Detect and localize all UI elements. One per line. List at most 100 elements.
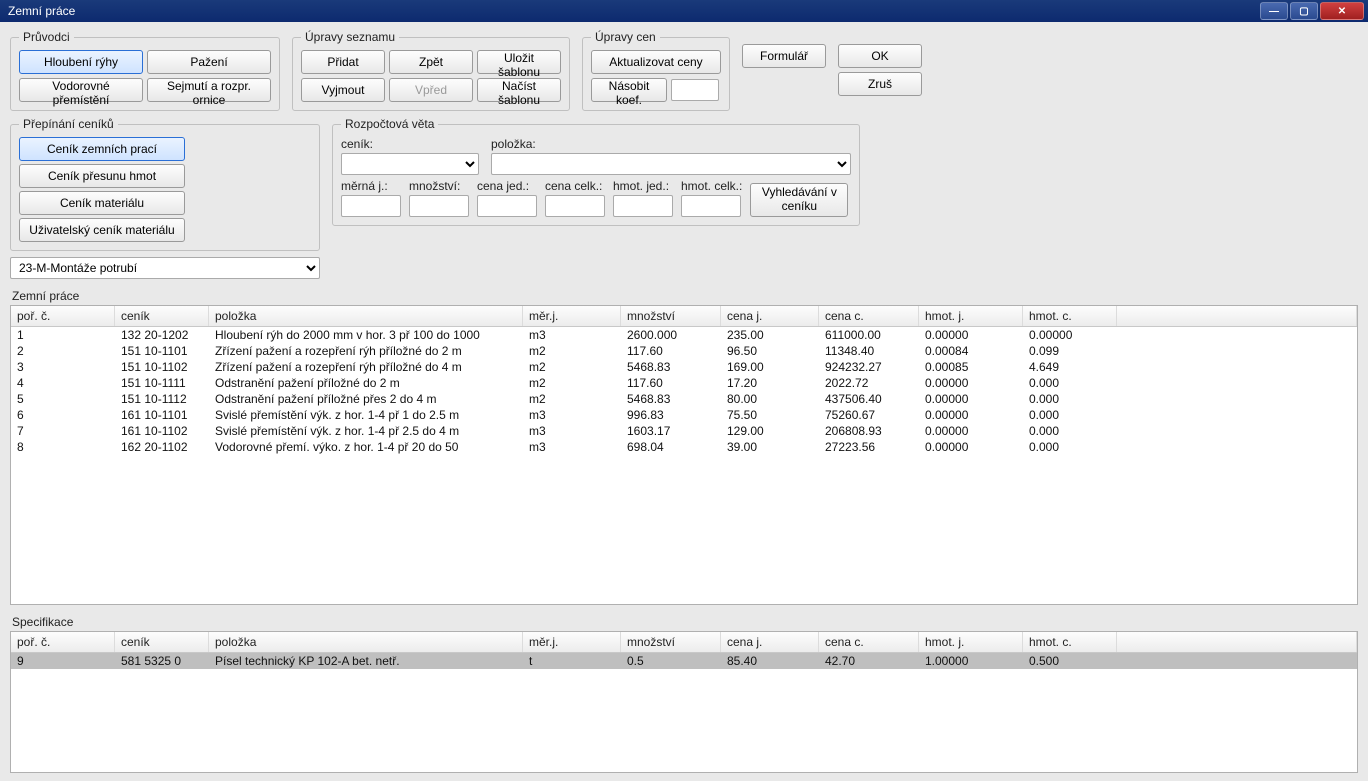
col-header-cenik[interactable]: ceník bbox=[115, 632, 209, 652]
col-header-cc[interactable]: cena c. bbox=[819, 632, 919, 652]
table-row[interactable]: 4151 10-1111Odstranění pažení příložné d… bbox=[11, 375, 1357, 391]
nasobit-koef-button[interactable]: Násobit koef. bbox=[591, 78, 667, 102]
col-header-hc[interactable]: hmot. c. bbox=[1023, 306, 1117, 326]
cell-cc: 437506.40 bbox=[819, 391, 919, 407]
col-header-hc[interactable]: hmot. c. bbox=[1023, 632, 1117, 652]
col-header-polozka[interactable]: položka bbox=[209, 632, 523, 652]
table-row[interactable]: 7161 10-1102Svislé přemístění výk. z hor… bbox=[11, 423, 1357, 439]
cell-cj: 235.00 bbox=[721, 327, 819, 343]
spec-table-header: poř. č. ceník položka měr.j. množství ce… bbox=[11, 632, 1357, 653]
aktualizovat-ceny-button[interactable]: Aktualizovat ceny bbox=[591, 50, 721, 74]
label-mnozstvi: množství: bbox=[409, 179, 469, 193]
hloubeni-ryhy-button[interactable]: Hloubení rýhy bbox=[19, 50, 143, 74]
col-header-rest bbox=[1117, 632, 1357, 652]
cell-hc: 0.000 bbox=[1023, 407, 1117, 423]
pridat-button[interactable]: Přidat bbox=[301, 50, 385, 74]
label-hmot-jed: hmot. jed.: bbox=[613, 179, 673, 193]
cell-hc: 0.000 bbox=[1023, 391, 1117, 407]
cell-por: 8 bbox=[11, 439, 115, 455]
col-header-por[interactable]: poř. č. bbox=[11, 306, 115, 326]
col-header-mn[interactable]: množství bbox=[621, 632, 721, 652]
maximize-button[interactable]: ▢ bbox=[1290, 2, 1318, 20]
minimize-button[interactable]: — bbox=[1260, 2, 1288, 20]
cenik-combo[interactable] bbox=[341, 153, 479, 175]
cell-cenik: 151 10-1102 bbox=[115, 359, 209, 375]
hmot-celk-input[interactable] bbox=[681, 195, 741, 217]
main-table[interactable]: poř. č. ceník položka měr.j. množství ce… bbox=[10, 305, 1358, 605]
zpet-button[interactable]: Zpět bbox=[389, 50, 473, 74]
col-header-mj[interactable]: měr.j. bbox=[523, 306, 621, 326]
vodorovne-premisteni-button[interactable]: Vodorovné přemístění bbox=[19, 78, 143, 102]
cena-jed-input[interactable] bbox=[477, 195, 537, 217]
table-row[interactable]: 6161 10-1101Svislé přemístění výk. z hor… bbox=[11, 407, 1357, 423]
cell-mn: 5468.83 bbox=[621, 359, 721, 375]
koef-input[interactable] bbox=[671, 79, 719, 101]
cell-cj: 169.00 bbox=[721, 359, 819, 375]
vyhledavani-v-ceniku-button[interactable]: Vyhledávání v ceníku bbox=[750, 183, 848, 217]
cell-cc: 924232.27 bbox=[819, 359, 919, 375]
vpred-button[interactable]: Vpřed bbox=[389, 78, 473, 102]
vyjmout-button[interactable]: Vyjmout bbox=[301, 78, 385, 102]
sejmuti-ornice-button[interactable]: Sejmutí a rozpr. ornice bbox=[147, 78, 271, 102]
cell-polozka: Svislé přemístění výk. z hor. 1-4 př 1 d… bbox=[209, 407, 523, 423]
cell-mn: 0.5 bbox=[621, 653, 721, 669]
nacist-sablonu-button[interactable]: Načíst šablonu bbox=[477, 78, 561, 102]
montaze-combo[interactable]: 23-M-Montáže potrubí bbox=[10, 257, 320, 279]
cell-cj: 80.00 bbox=[721, 391, 819, 407]
col-header-cc[interactable]: cena c. bbox=[819, 306, 919, 326]
merna-j-input[interactable] bbox=[341, 195, 401, 217]
cell-cc: 75260.67 bbox=[819, 407, 919, 423]
close-button[interactable]: ✕ bbox=[1320, 2, 1364, 20]
cell-por: 2 bbox=[11, 343, 115, 359]
spec-table[interactable]: poř. č. ceník položka měr.j. množství ce… bbox=[10, 631, 1358, 773]
cell-hj: 0.00000 bbox=[919, 439, 1023, 455]
main-table-label: Zemní práce bbox=[12, 289, 1358, 303]
ulozit-sablonu-button[interactable]: Uložit šablonu bbox=[477, 50, 561, 74]
cell-por: 6 bbox=[11, 407, 115, 423]
cell-hj: 0.00000 bbox=[919, 391, 1023, 407]
cell-mn: 5468.83 bbox=[621, 391, 721, 407]
formular-button[interactable]: Formulář bbox=[742, 44, 826, 68]
cenik-presunu-hmot-button[interactable]: Ceník přesunu hmot bbox=[19, 164, 185, 188]
cena-celk-input[interactable] bbox=[545, 195, 605, 217]
col-header-rest bbox=[1117, 306, 1357, 326]
hmot-jed-input[interactable] bbox=[613, 195, 673, 217]
cenik-materialu-button[interactable]: Ceník materiálu bbox=[19, 191, 185, 215]
group-prepinani-ceniku-legend: Přepínání ceníků bbox=[19, 117, 118, 131]
col-header-cenik[interactable]: ceník bbox=[115, 306, 209, 326]
group-upravy-cen-legend: Úpravy cen bbox=[591, 30, 660, 44]
cell-cenik: 581 5325 0 bbox=[115, 653, 209, 669]
table-row[interactable]: 9581 5325 0Písel technický KP 102-A bet.… bbox=[11, 653, 1357, 669]
col-header-hj[interactable]: hmot. j. bbox=[919, 632, 1023, 652]
cell-cj: 85.40 bbox=[721, 653, 819, 669]
col-header-cj[interactable]: cena j. bbox=[721, 306, 819, 326]
table-row[interactable]: 3151 10-1102Zřízení pažení a rozepření r… bbox=[11, 359, 1357, 375]
col-header-cj[interactable]: cena j. bbox=[721, 632, 819, 652]
group-rozpoctova-veta: Rozpočtová věta ceník: položka: měrná j.… bbox=[332, 117, 860, 226]
zrus-button[interactable]: Zruš bbox=[838, 72, 922, 96]
table-row[interactable]: 8162 20-1102Vodorovné přemí. výko. z hor… bbox=[11, 439, 1357, 455]
cell-hj: 0.00000 bbox=[919, 375, 1023, 391]
col-header-hj[interactable]: hmot. j. bbox=[919, 306, 1023, 326]
cell-mj: m3 bbox=[523, 407, 621, 423]
titlebar: Zemní práce — ▢ ✕ bbox=[0, 0, 1368, 22]
cell-cc: 42.70 bbox=[819, 653, 919, 669]
mnozstvi-input[interactable] bbox=[409, 195, 469, 217]
col-header-mn[interactable]: množství bbox=[621, 306, 721, 326]
cell-cenik: 151 10-1101 bbox=[115, 343, 209, 359]
col-header-por[interactable]: poř. č. bbox=[11, 632, 115, 652]
col-header-mj[interactable]: měr.j. bbox=[523, 632, 621, 652]
group-upravy-seznamu-legend: Úpravy seznamu bbox=[301, 30, 399, 44]
label-hmot-celk: hmot. celk.: bbox=[681, 179, 742, 193]
polozka-combo[interactable] bbox=[491, 153, 851, 175]
table-row[interactable]: 1132 20-1202Hloubení rýh do 2000 mm v ho… bbox=[11, 327, 1357, 343]
cell-por: 7 bbox=[11, 423, 115, 439]
col-header-polozka[interactable]: položka bbox=[209, 306, 523, 326]
pazeni-button[interactable]: Pažení bbox=[147, 50, 271, 74]
table-row[interactable]: 2151 10-1101Zřízení pažení a rozepření r… bbox=[11, 343, 1357, 359]
cenik-zemnich-praci-button[interactable]: Ceník zemních prací bbox=[19, 137, 185, 161]
ok-button[interactable]: OK bbox=[838, 44, 922, 68]
table-row[interactable]: 5151 10-1112Odstranění pažení příložné p… bbox=[11, 391, 1357, 407]
label-cena-celk: cena celk.: bbox=[545, 179, 605, 193]
uzivatelsky-cenik-button[interactable]: Uživatelský ceník materiálu bbox=[19, 218, 185, 242]
